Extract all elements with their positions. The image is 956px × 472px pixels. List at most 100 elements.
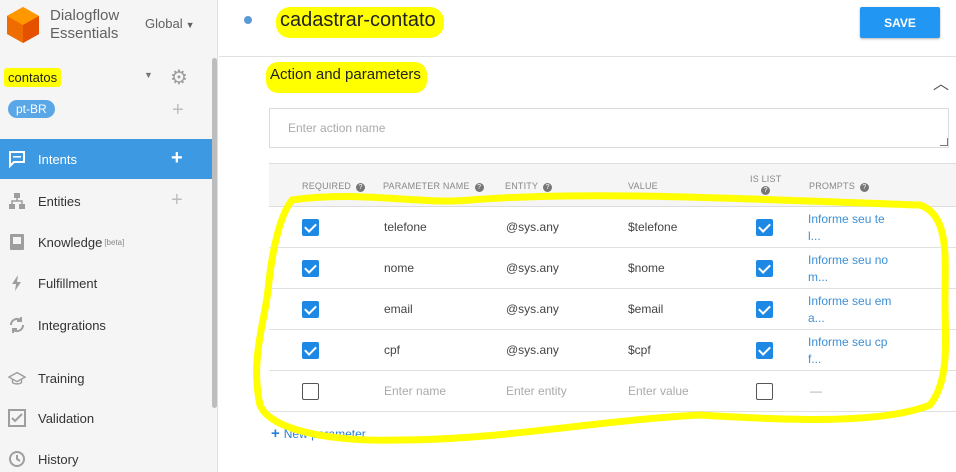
sidebar-item-label: Training — [38, 370, 85, 386]
is-list-checkbox[interactable] — [756, 383, 773, 400]
is-list-checkbox[interactable] — [756, 219, 773, 236]
prompt-text: Informe seu no — [808, 253, 889, 267]
entity-cell[interactable]: @sys.any — [506, 343, 559, 357]
entity-cell[interactable]: @sys.any — [506, 302, 559, 316]
resize-handle-icon[interactable] — [940, 138, 948, 146]
parameter-name-cell[interactable]: telefone — [384, 220, 427, 234]
sidebar-scrollbar[interactable] — [212, 58, 217, 408]
prompt-text: m... — [808, 270, 828, 284]
beta-badge: [beta] — [104, 237, 125, 247]
required-checkbox[interactable] — [302, 301, 319, 318]
add-entity-icon[interactable]: + — [171, 189, 183, 211]
chevron-down-icon[interactable]: ▼ — [144, 70, 153, 80]
add-intent-icon[interactable]: + — [171, 147, 183, 169]
main-panel: cadastrar-contato SAVE Action and parame… — [219, 0, 956, 472]
header-parameter-name: PARAMETER NAME? — [383, 181, 484, 192]
prompts-link[interactable]: Informe seu em a... — [808, 293, 908, 327]
header-label: ENTITY — [505, 181, 539, 191]
entity-cell[interactable]: @sys.any — [506, 220, 559, 234]
hierarchy-icon — [8, 192, 26, 210]
sidebar-item-history[interactable]: History — [0, 439, 213, 472]
sidebar-item-label: History — [38, 451, 79, 467]
action-name-input[interactable] — [269, 108, 949, 148]
name-input[interactable]: Enter name — [384, 384, 446, 398]
parameter-name-cell[interactable]: email — [384, 302, 413, 316]
gear-icon[interactable]: ⚙ — [170, 65, 188, 90]
sidebar-item-intents[interactable]: Intents + — [0, 139, 213, 179]
prompts-link[interactable]: Informe seu cp f... — [808, 334, 908, 368]
section-title[interactable]: Action and parameters — [266, 62, 427, 93]
dialogflow-app: Dialogflow Essentials Global ▼ contatos ▼… — [0, 0, 956, 472]
sidebar-item-validation[interactable]: Validation — [0, 398, 213, 438]
required-checkbox[interactable] — [302, 260, 319, 277]
is-list-checkbox[interactable] — [756, 301, 773, 318]
entity-cell[interactable]: @sys.any — [506, 261, 559, 275]
sidebar: Dialogflow Essentials Global ▼ contatos ▼… — [0, 0, 218, 472]
brand-text: Dialogflow Essentials — [50, 7, 119, 43]
prompt-text: a... — [808, 311, 825, 325]
bolt-icon — [8, 274, 26, 292]
prompts-link[interactable]: Informe seu te l... — [808, 211, 908, 245]
intent-title[interactable]: cadastrar-contato — [276, 7, 444, 38]
region-selector[interactable]: Global ▼ — [145, 16, 195, 31]
sidebar-item-label: Knowledge — [38, 234, 103, 250]
check-square-icon — [8, 409, 26, 427]
entity-input[interactable]: Enter entity — [506, 384, 567, 398]
graduation-cap-icon — [8, 369, 26, 387]
help-icon[interactable]: ? — [761, 186, 771, 195]
agent-selector[interactable]: contatos ▼ ⚙ — [4, 65, 204, 90]
value-cell[interactable]: $nome — [628, 261, 665, 275]
header-value: VALUE — [628, 181, 658, 191]
is-list-checkbox[interactable] — [756, 260, 773, 277]
sidebar-item-label: Fulfillment — [38, 275, 98, 291]
new-parameter-link[interactable]: + New parameter — [271, 425, 366, 442]
value-cell[interactable]: $cpf — [628, 343, 651, 357]
header-divider — [219, 56, 956, 57]
agent-name: contatos — [4, 67, 62, 87]
sidebar-item-label: Entities — [38, 193, 81, 209]
plus-icon: + — [271, 425, 280, 442]
sidebar-item-label: Intents — [38, 151, 78, 167]
parameter-name-cell[interactable]: nome — [384, 261, 414, 275]
value-input[interactable]: Enter value — [628, 384, 689, 398]
intent-status-dot — [244, 16, 252, 24]
new-parameter-label: New parameter — [283, 427, 366, 441]
value-cell[interactable]: $telefone — [628, 220, 677, 234]
sidebar-item-training[interactable]: Training — [0, 358, 213, 398]
parameters-table: REQUIRED? PARAMETER NAME? ENTITY? VALUE … — [269, 163, 956, 412]
clock-icon — [8, 450, 26, 468]
required-checkbox[interactable] — [302, 219, 319, 236]
chevron-up-icon[interactable]: ︿ — [933, 70, 949, 94]
chevron-down-icon: ▼ — [185, 20, 195, 30]
prompt-text: f... — [808, 352, 822, 366]
prompts-link[interactable]: Informe seu no m... — [808, 252, 908, 286]
help-icon[interactable]: ? — [543, 183, 553, 192]
sidebar-item-label: Integrations — [38, 317, 106, 333]
prompt-text: Informe seu te — [808, 212, 885, 226]
help-icon[interactable]: ? — [474, 183, 484, 192]
required-checkbox[interactable] — [302, 342, 319, 359]
save-button[interactable]: SAVE — [860, 7, 940, 38]
header-label: PARAMETER NAME — [383, 181, 470, 191]
brand-line1: Dialogflow — [50, 7, 120, 24]
language-chip[interactable]: pt-BR — [8, 100, 55, 118]
language-row: pt-BR + — [8, 100, 198, 122]
help-icon[interactable]: ? — [859, 183, 869, 192]
sidebar-item-integrations[interactable]: Integrations — [0, 305, 213, 345]
sidebar-item-entities[interactable]: Entities + — [0, 181, 213, 221]
header-label: IS LIST — [750, 174, 782, 184]
sidebar-item-knowledge[interactable]: Knowledge [beta] — [0, 222, 213, 262]
parameter-name-cell[interactable]: cpf — [384, 343, 400, 357]
chat-icon — [8, 150, 26, 168]
add-language-icon[interactable]: + — [172, 100, 184, 120]
required-checkbox[interactable] — [302, 383, 319, 400]
value-cell[interactable]: $email — [628, 302, 663, 316]
header-prompts: PROMPTS? — [809, 181, 869, 192]
sidebar-item-fulfillment[interactable]: Fulfillment — [0, 263, 213, 303]
book-icon — [8, 233, 26, 251]
is-list-checkbox[interactable] — [756, 342, 773, 359]
prompt-text: Informe seu em — [808, 294, 892, 308]
prompt-text: l... — [808, 229, 821, 243]
header-is-list: IS LIST? — [750, 174, 781, 195]
help-icon[interactable]: ? — [356, 183, 366, 192]
